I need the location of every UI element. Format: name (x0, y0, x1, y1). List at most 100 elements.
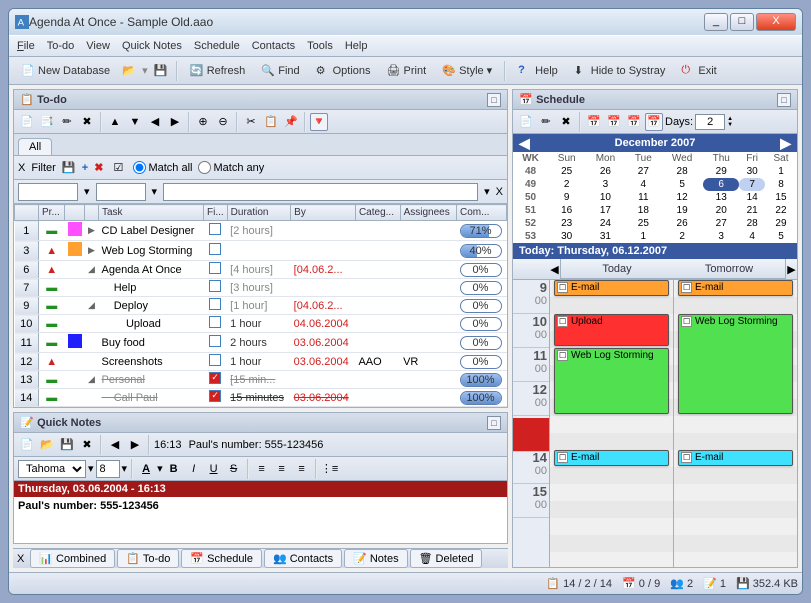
calendar-day[interactable]: 26 (661, 217, 703, 230)
btab-deleted[interactable]: 🗑 Deleted (410, 549, 483, 568)
btab-notes[interactable]: 📝 Notes (344, 549, 407, 568)
calendar-day[interactable]: 1 (765, 165, 797, 178)
todo-indent-button[interactable]: ▶ (166, 113, 184, 131)
sched-day-button[interactable]: 📅 (585, 113, 603, 131)
titlebar[interactable]: A Agenda At Once - Sample Old.aao _ □ X (9, 9, 802, 35)
day-column-today[interactable]: ☐ E-mail☐ Upload☐ Web Log Storming☐ E-ma… (549, 280, 673, 567)
menu-view[interactable]: View (86, 40, 110, 52)
calendar-day[interactable]: 13 (703, 191, 739, 204)
filter-toggle-button[interactable]: ☑ (109, 159, 127, 177)
filter-field-3[interactable] (163, 183, 478, 201)
style-button[interactable]: 🎨Style ▾ (436, 61, 498, 81)
exit-button[interactable]: ⏻Exit (675, 61, 722, 81)
qn-strike-button[interactable]: S (225, 460, 243, 478)
minimize-button[interactable]: _ (704, 13, 728, 31)
find-button[interactable]: 🔍Find (255, 61, 305, 81)
qn-font-select[interactable]: Tahoma (18, 460, 86, 478)
calendar-day[interactable]: 27 (626, 165, 661, 178)
table-row[interactable]: 3 ▲ ▶ Web Log Storming 40% (15, 241, 507, 261)
todo-delete-button[interactable]: ✖ (78, 113, 96, 131)
todo-copy-button[interactable]: 📋 (262, 113, 280, 131)
calendar-day[interactable]: 26 (585, 165, 625, 178)
calendar-day[interactable]: 25 (548, 165, 585, 178)
schedule-event[interactable]: ☐ E-mail (554, 280, 669, 296)
sched-edit-button[interactable]: ✏ (537, 113, 555, 131)
schedule-event[interactable]: ☐ E-mail (678, 450, 793, 466)
btab-contacts[interactable]: 👥 Contacts (264, 549, 342, 568)
help-button[interactable]: ?Help (512, 61, 564, 81)
print-button[interactable]: 🖨Print (381, 61, 433, 81)
calendar-day[interactable]: 31 (585, 230, 625, 243)
qn-collapse-button[interactable]: □ (487, 416, 501, 430)
calendar-day[interactable]: 5 (765, 230, 797, 243)
qn-size-input[interactable] (96, 460, 120, 478)
calendar-day[interactable]: 15 (765, 191, 797, 204)
calendar-day[interactable]: 6 (703, 178, 739, 191)
table-row[interactable]: 6 ▲ ◢ Agenda At Once [4 hours] [04.06.2.… (15, 261, 507, 279)
options-button[interactable]: ⚙Options (310, 61, 377, 81)
qn-new-button[interactable]: 📄 (18, 436, 36, 454)
btab-todo[interactable]: 📋 To-do (117, 549, 179, 568)
sched-workweek-button[interactable]: 📅 (625, 113, 643, 131)
calendar-day[interactable]: 8 (765, 178, 797, 191)
calendar-day[interactable]: 28 (661, 165, 703, 178)
qn-italic-button[interactable]: I (185, 460, 203, 478)
todo-new-button[interactable]: 📄 (18, 113, 36, 131)
qn-next-button[interactable]: ▶ (126, 436, 144, 454)
todo-down-button[interactable]: ▼ (126, 113, 144, 131)
calendar-day[interactable]: 14 (739, 191, 765, 204)
todo-paste-button[interactable]: 📌 (282, 113, 300, 131)
qn-body-text[interactable]: Paul's number: 555-123456 (14, 497, 507, 515)
calendar-day[interactable]: 16 (548, 204, 585, 217)
close-button[interactable]: X (756, 13, 796, 31)
mini-calendar[interactable]: WKSunMonTueWedThuFriSat48252627282930149… (513, 152, 797, 243)
todo-filter-button[interactable]: 🔻 (310, 113, 328, 131)
sched-collapse-button[interactable]: □ (777, 93, 791, 107)
filter-field-2[interactable] (96, 183, 146, 201)
table-row[interactable]: 9 ▬ ◢ Deploy [1 hour] [04.06.2... 0% (15, 297, 507, 315)
menu-tools[interactable]: Tools (307, 40, 333, 52)
qn-delete-button[interactable]: ✖ (78, 436, 96, 454)
table-row[interactable]: 13 ▬ ◢ Personal [15 min... 100% (15, 371, 507, 389)
schedule-event[interactable]: ☐ E-mail (554, 450, 669, 466)
qn-bullets-button[interactable]: ⋮≡ (321, 460, 339, 478)
cal-prev-button[interactable]: ◀ (519, 135, 530, 152)
table-row[interactable]: 11 ▬ Buy food 2 hours 03.06.2004 0% (15, 333, 507, 353)
calendar-day[interactable]: 17 (585, 204, 625, 217)
todo-tab-all[interactable]: All (18, 138, 52, 155)
match-all-radio[interactable]: Match all (133, 161, 192, 174)
maximize-button[interactable]: □ (730, 13, 754, 31)
qn-bold-button[interactable]: B (165, 460, 183, 478)
qn-fontcolor-button[interactable]: A (137, 460, 155, 478)
calendar-day[interactable]: 12 (661, 191, 703, 204)
dayhdr-today[interactable]: Today (561, 259, 673, 279)
calendar-day[interactable]: 19 (661, 204, 703, 217)
calendar-day[interactable]: 20 (703, 204, 739, 217)
menu-schedule[interactable]: Schedule (194, 40, 240, 52)
calendar-day[interactable]: 4 (626, 178, 661, 191)
todo-expand-button[interactable]: ⊕ (194, 113, 212, 131)
filter-remove-button[interactable]: ✖ (94, 161, 103, 174)
schedule-event[interactable]: ☐ Web Log Storming (678, 314, 793, 414)
calendar-day[interactable]: 22 (765, 204, 797, 217)
todo-new-sub-button[interactable]: 📑 (38, 113, 56, 131)
day-columns[interactable]: 900100011001200130014001500 ☐ E-mail☐ Up… (513, 280, 797, 567)
menu-file[interactable]: File (17, 40, 35, 52)
calendar-day[interactable]: 18 (626, 204, 661, 217)
qn-save-button[interactable]: 💾 (58, 436, 76, 454)
calendar-day[interactable]: 24 (585, 217, 625, 230)
btab-combined[interactable]: 📊 Combined (30, 549, 115, 568)
calendar-day[interactable]: 11 (626, 191, 661, 204)
qn-prev-button[interactable]: ◀ (106, 436, 124, 454)
new-database-button[interactable]: 📄 New Database (15, 61, 116, 81)
schedule-event[interactable]: ☐ Upload (554, 314, 669, 346)
todo-cut-button[interactable]: ✂ (242, 113, 260, 131)
hide-systray-button[interactable]: ⬇Hide to Systray (568, 61, 672, 81)
refresh-button[interactable]: 🔄Refresh (184, 61, 252, 81)
menu-todo[interactable]: To-do (47, 40, 75, 52)
calendar-day[interactable]: 23 (548, 217, 585, 230)
sched-month-button[interactable]: 📅 (645, 113, 663, 131)
todo-up-button[interactable]: ▲ (106, 113, 124, 131)
sched-delete-button[interactable]: ✖ (557, 113, 575, 131)
today-bar[interactable]: Today: Thursday, 06.12.2007 (513, 243, 797, 259)
